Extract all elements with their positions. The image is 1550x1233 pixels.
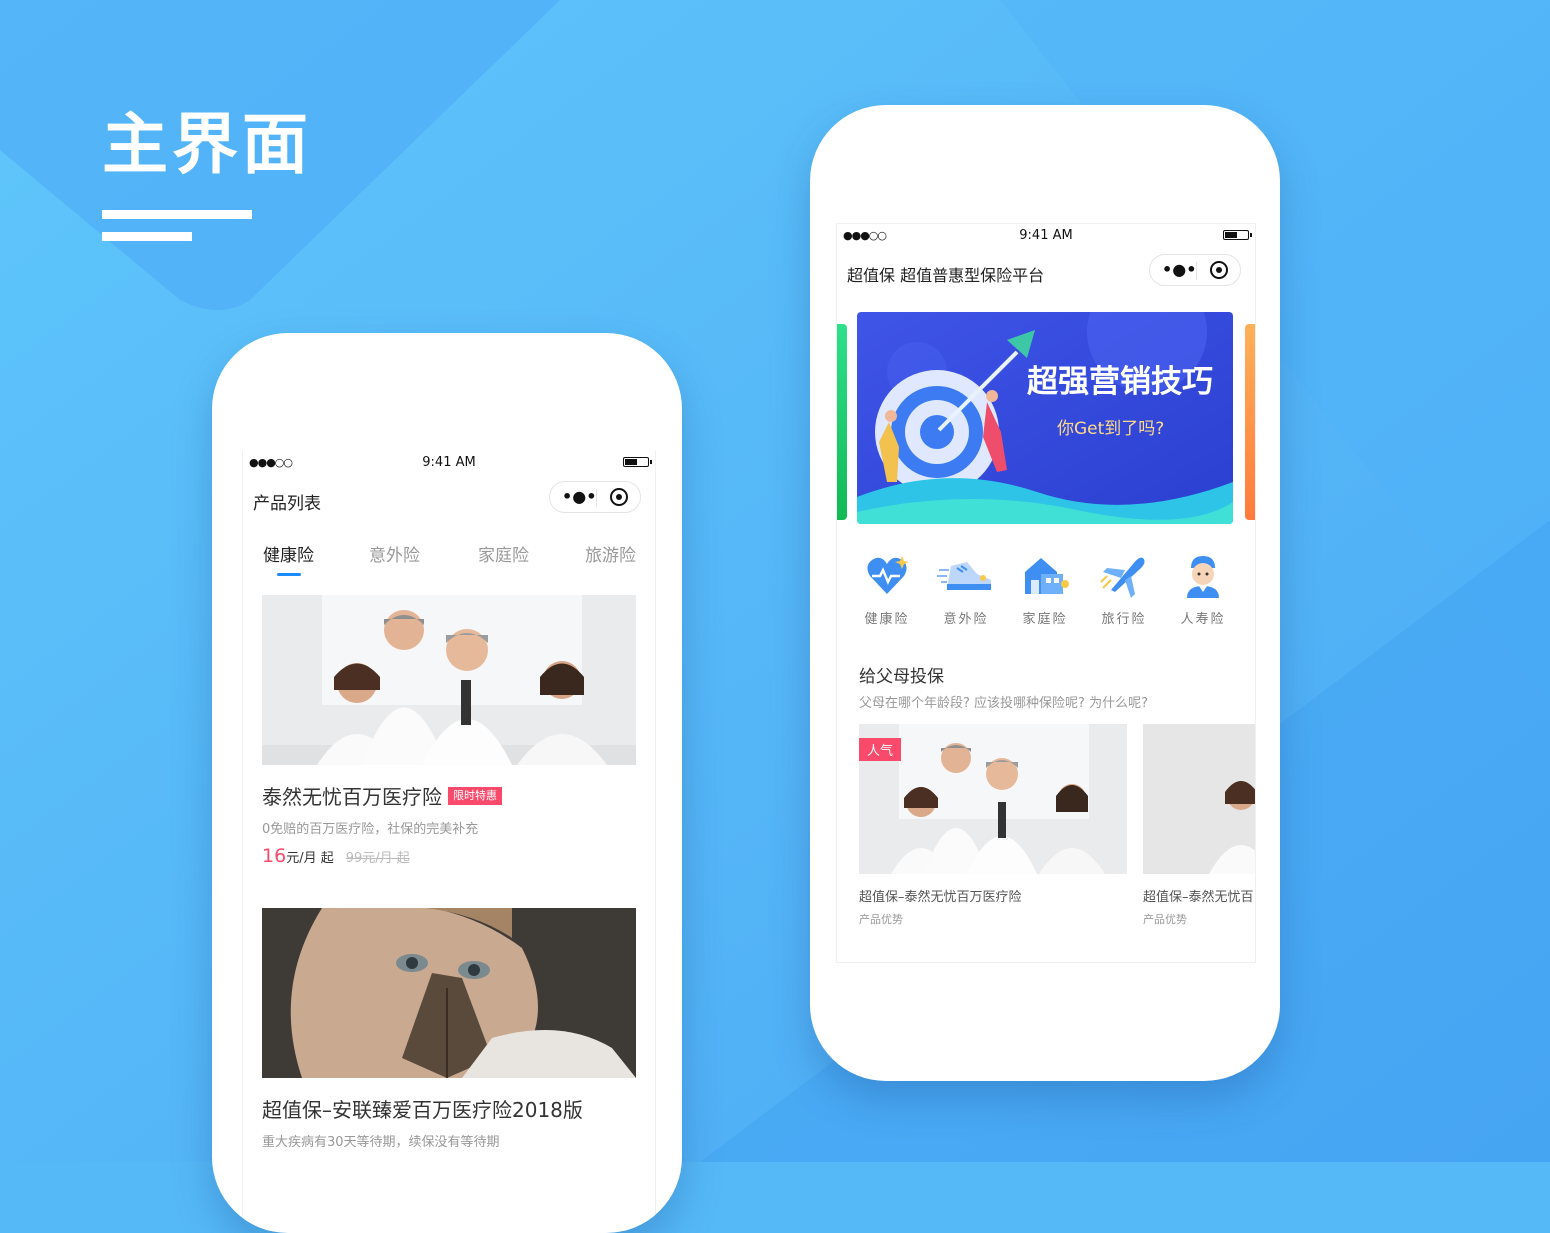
phone-product-list: ●●●○○ 9:41 AM 产品列表 •●• 健康险 意外险 家庭险 旅游险 泰…	[212, 333, 682, 1233]
category-grid: 健康险 意外险 家庭险 旅行险 人寿险	[837, 554, 1255, 634]
status-bar: ●●●○○ 9:41 AM	[243, 451, 655, 475]
price-original: 99元/月 起	[345, 851, 410, 866]
product-price: 16元/月 起 99元/月 起	[262, 845, 636, 867]
product-card[interactable]: 超值保–泰然无忧百 产品优势	[1143, 724, 1255, 927]
sneaker-icon	[937, 562, 991, 590]
category-family[interactable]: 家庭险	[1015, 554, 1075, 627]
carousel-prev-slide[interactable]	[837, 324, 847, 520]
category-label: 旅行险	[1101, 612, 1147, 627]
capsule-divider	[596, 489, 597, 507]
product-card-title: 超值保–泰然无忧百万医疗险	[859, 890, 1022, 905]
status-time: 9:41 AM	[422, 455, 476, 470]
category-label: 家庭险	[1022, 612, 1068, 627]
status-time: 9:41 AM	[1019, 228, 1073, 243]
section-subtitle: 父母在哪个年龄段? 应该投哪种保险呢? 为什么呢?	[859, 696, 1148, 711]
screen-product-list: ●●●○○ 9:41 AM 产品列表 •●• 健康险 意外险 家庭险 旅游险 泰…	[242, 451, 656, 1231]
banner-headline: 超强营销技巧	[1027, 364, 1213, 400]
phone-home: ●●●○○ 9:41 AM 超值保 超值普惠型保险平台 •●• 超强营销技巧 你…	[810, 105, 1280, 1081]
product-image-child	[262, 908, 636, 1078]
product-title-text: 泰然无忧百万医疗险	[262, 785, 442, 809]
banner-subline: 你Get到了吗?	[1057, 419, 1164, 439]
product-title-text: 超值保–安联臻爱百万医疗险2018版	[262, 1098, 583, 1122]
nav-title: 超值保 超值普惠型保险平台	[847, 266, 1045, 285]
price-value: 16	[262, 845, 287, 867]
tab-family[interactable]: 家庭险	[478, 541, 529, 566]
airplane-icon	[1100, 557, 1145, 598]
battery-icon	[1223, 230, 1252, 240]
product-desc: 重大疾病有30天等待期，续保没有等待期	[262, 1135, 500, 1150]
battery-icon	[623, 457, 652, 467]
headline-underline-short	[102, 232, 192, 241]
nav-bar: 产品列表 •●•	[243, 481, 655, 521]
category-label: 人寿险	[1180, 612, 1226, 627]
category-life[interactable]: 人寿险	[1173, 554, 1233, 627]
promo-badge: 限时特惠	[448, 786, 502, 805]
price-unit: 元/月 起	[286, 851, 334, 866]
product-card[interactable]: 人气 超值保–泰然无忧百万医疗险 产品优势	[859, 724, 1127, 927]
product-card-title: 超值保–泰然无忧百	[1143, 890, 1254, 905]
tab-indicator	[277, 573, 301, 576]
product-image-doctor	[1143, 724, 1255, 874]
product-image-doctors: 人气	[859, 724, 1127, 874]
product-card-subtitle: 产品优势	[859, 913, 903, 926]
category-label: 意外险	[943, 612, 989, 627]
popular-tag: 人气	[859, 738, 902, 761]
close-miniapp-icon[interactable]	[610, 488, 628, 506]
product-image-doctors	[262, 595, 636, 765]
page-headline: 主界面	[102, 106, 312, 183]
category-travel[interactable]: 旅行险	[1094, 554, 1154, 627]
product-card[interactable]: 超值保–安联臻爱百万医疗险2018版 重大疾病有30天等待期，续保没有等待期	[262, 908, 636, 1150]
promo-banner[interactable]: 超强营销技巧 你Get到了吗?	[857, 312, 1233, 524]
category-accident[interactable]: 意外险	[936, 554, 996, 627]
category-health[interactable]: 健康险	[857, 554, 917, 627]
house-icon	[1025, 558, 1069, 594]
screen-home: ●●●○○ 9:41 AM 超值保 超值普惠型保险平台 •●• 超强营销技巧 你…	[836, 223, 1256, 963]
more-icon[interactable]: •●•	[1162, 259, 1196, 281]
product-card[interactable]: 泰然无忧百万医疗险 限时特惠 0免赔的百万医疗险，社保的完美补充 16元/月 起…	[262, 595, 636, 867]
product-card-subtitle: 产品优势	[1143, 913, 1187, 926]
more-icon[interactable]: •●•	[562, 486, 596, 508]
nav-title: 产品列表	[253, 494, 321, 514]
category-label: 健康险	[864, 612, 910, 627]
product-title: 泰然无忧百万医疗险 限时特惠	[262, 781, 636, 810]
heart-icon	[867, 556, 909, 594]
status-bar: ●●●○○ 9:41 AM	[837, 224, 1255, 248]
miniapp-capsule: •●•	[1149, 254, 1241, 286]
nav-bar: 超值保 超值普惠型保险平台 •●•	[837, 254, 1255, 294]
headline-underline	[102, 210, 252, 219]
miniapp-capsule: •●•	[549, 481, 641, 513]
product-title: 超值保–安联臻爱百万医疗险2018版	[262, 1094, 636, 1123]
product-desc: 0免赔的百万医疗险，社保的完美补充	[262, 822, 479, 837]
tab-health[interactable]: 健康险	[263, 541, 314, 566]
carousel-next-slide[interactable]	[1245, 324, 1255, 520]
tab-travel[interactable]: 旅游险	[585, 541, 636, 566]
tab-accident[interactable]: 意外险	[369, 541, 420, 566]
category-tabs: 健康险 意外险 家庭险 旅游险	[243, 541, 655, 581]
section-title: 给父母投保	[859, 667, 944, 687]
person-icon	[1187, 556, 1219, 598]
capsule-divider	[1196, 262, 1197, 280]
close-miniapp-icon[interactable]	[1210, 261, 1228, 279]
